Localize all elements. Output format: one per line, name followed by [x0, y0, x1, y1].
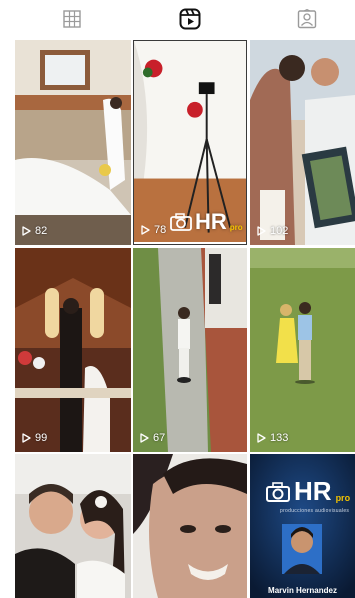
promo-logo-text: HR — [294, 476, 332, 506]
reel-tile[interactable]: 102 — [250, 40, 355, 245]
reel-thumbnail — [15, 40, 131, 245]
play-count: 78 — [141, 224, 166, 236]
camera-logo-icon — [266, 481, 290, 502]
play-count-value: 99 — [35, 432, 48, 444]
play-count-value: 133 — [270, 432, 289, 444]
reel-thumbnail — [133, 248, 247, 452]
play-count: 67 — [140, 432, 165, 444]
watermark-text: HR — [195, 209, 227, 234]
play-count: 99 — [22, 432, 47, 444]
reel-tile[interactable]: HR pro producciones audiovisuales Marvin… — [250, 454, 355, 598]
hr-pro-logo: HR pro — [266, 476, 350, 507]
play-icon — [22, 226, 31, 236]
reel-thumbnail — [15, 454, 131, 598]
play-count: 82 — [22, 225, 47, 237]
reel-tile[interactable] — [133, 454, 247, 598]
reel-tile[interactable] — [15, 454, 131, 598]
play-count-value: 82 — [35, 225, 48, 237]
tab-reels[interactable] — [160, 0, 220, 38]
play-count-value: 67 — [153, 432, 166, 444]
hr-pro-watermark: HR pro — [170, 209, 243, 235]
play-count: 102 — [257, 225, 288, 237]
camera-logo-icon — [170, 213, 192, 231]
promo-name: Marvin Hernandez — [268, 586, 337, 595]
play-icon — [257, 433, 266, 443]
reel-thumbnail — [133, 454, 247, 598]
tagged-icon — [297, 9, 317, 29]
play-icon — [141, 225, 150, 235]
reel-thumbnail — [250, 40, 355, 245]
promo-logo-badge: pro — [335, 493, 351, 503]
reels-icon — [179, 8, 201, 30]
promo-tagline: producciones audiovisuales — [280, 508, 350, 514]
play-count-value: 78 — [154, 224, 167, 236]
tab-posts[interactable] — [42, 0, 102, 38]
reel-tile[interactable]: HR pro 78 — [133, 40, 247, 245]
reel-tile[interactable]: 99 — [15, 248, 131, 452]
tab-tagged[interactable] — [277, 0, 337, 38]
play-icon — [22, 433, 31, 443]
profile-tab-bar — [0, 0, 355, 38]
play-count: 133 — [257, 432, 288, 444]
reel-thumbnail — [250, 248, 355, 452]
play-count-value: 102 — [270, 225, 289, 237]
reel-tile[interactable]: 67 — [133, 248, 247, 452]
play-icon — [140, 433, 149, 443]
reel-tile[interactable]: 133 — [250, 248, 355, 452]
grid-icon — [63, 10, 81, 28]
reel-thumbnail — [15, 248, 131, 452]
reels-grid: 82 HR pro 78 102 99 67 133 HR pro produc… — [0, 40, 355, 598]
reel-tile[interactable]: 82 — [15, 40, 131, 245]
watermark-badge: pro — [229, 223, 243, 232]
play-icon — [257, 226, 266, 236]
